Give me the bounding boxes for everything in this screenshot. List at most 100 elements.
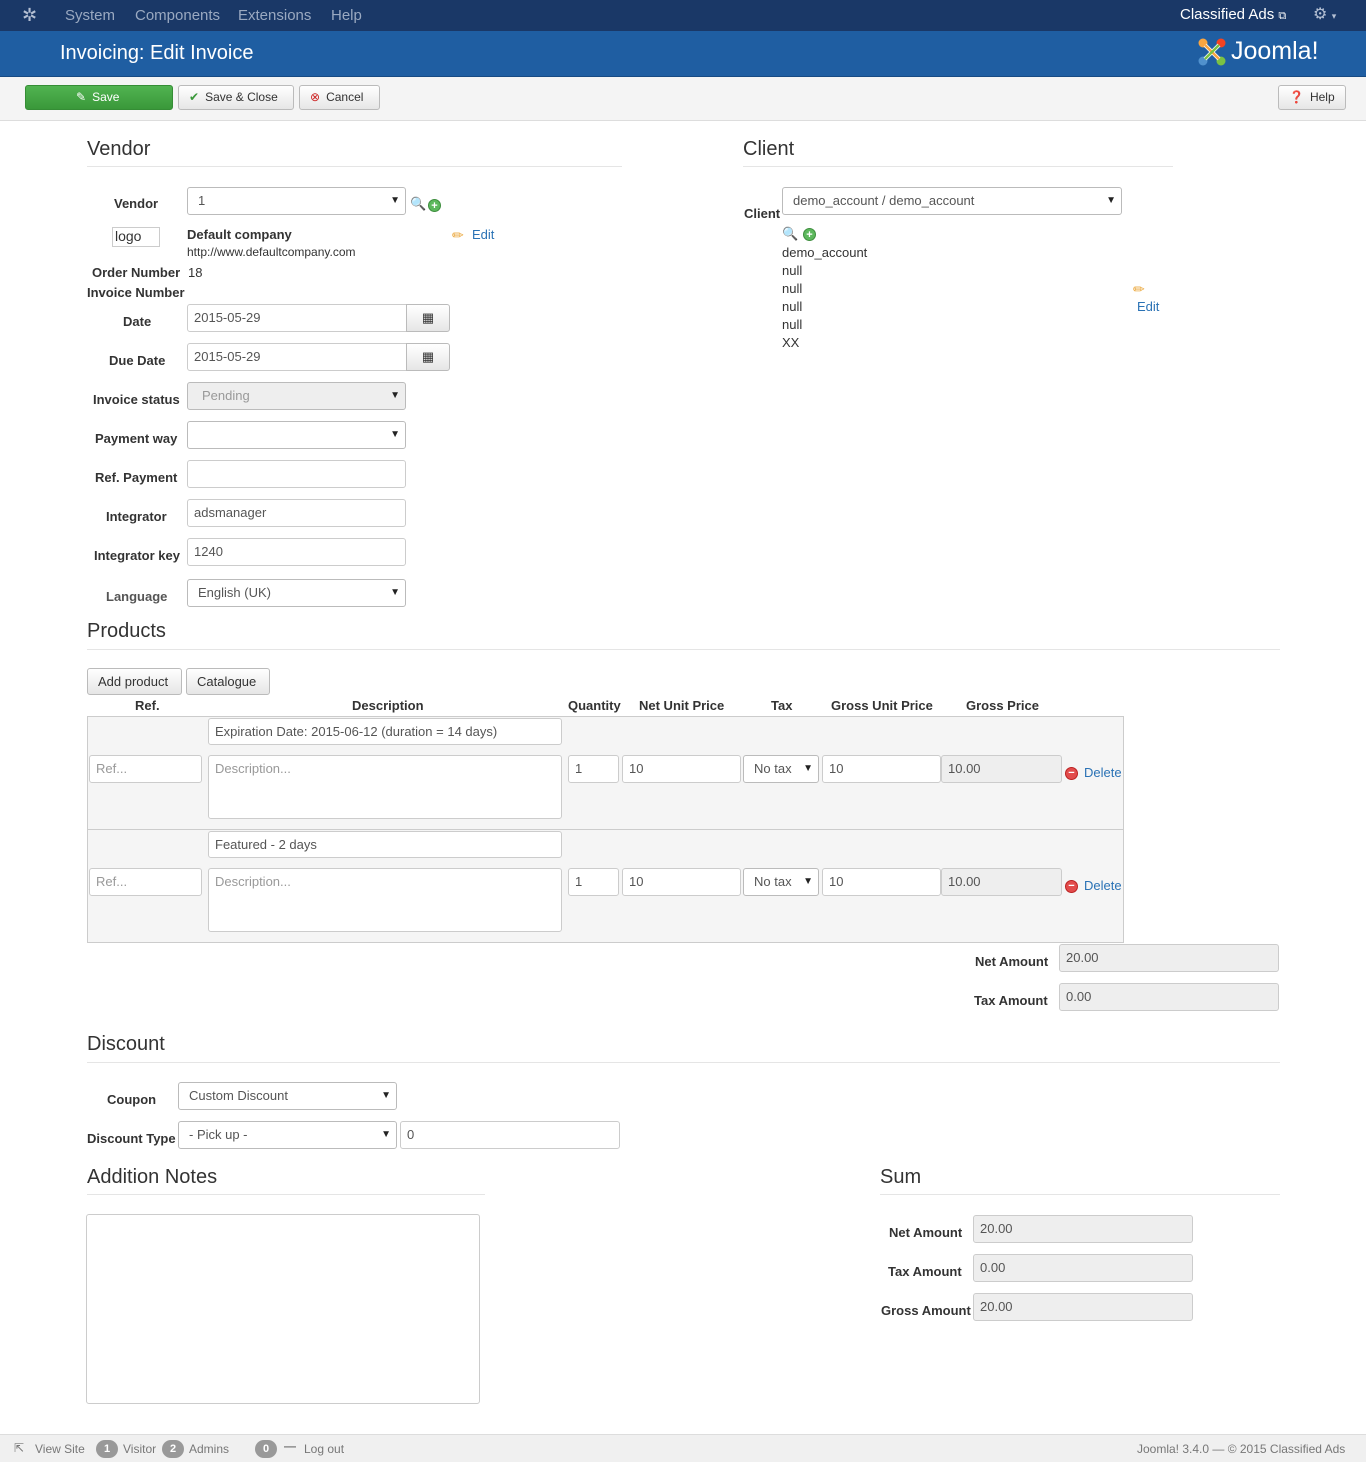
delete-icon[interactable]: − bbox=[1065, 880, 1078, 893]
product-gross-price-input: 10.00 bbox=[941, 868, 1062, 896]
footer-copyright: Joomla! 3.4.0 — © 2015 Classified Ads bbox=[1137, 1442, 1346, 1456]
vendor-company: Default company bbox=[187, 227, 292, 242]
product-gross-unit-price-input[interactable]: 10 bbox=[822, 755, 941, 783]
net-amount-field: 20.00 bbox=[1059, 944, 1279, 972]
integrator-key-input[interactable]: 1240 bbox=[187, 538, 406, 566]
joomla-logo-icon bbox=[1198, 38, 1226, 66]
sum-tax-field: 0.00 bbox=[973, 1254, 1193, 1282]
product-ref-input[interactable]: Ref... bbox=[89, 868, 202, 896]
view-site-link[interactable]: View Site bbox=[35, 1442, 85, 1456]
discount-value-input[interactable]: 0 bbox=[400, 1121, 620, 1149]
coupon-select[interactable]: Custom Discount ▼ bbox=[178, 1082, 397, 1110]
client-line: null bbox=[782, 281, 803, 296]
product-net-unit-price-input[interactable]: 10 bbox=[622, 755, 741, 783]
discount-type-label: Discount Type bbox=[87, 1131, 176, 1146]
column-header-gross-unit-price: Gross Unit Price bbox=[831, 698, 933, 713]
due-date-calendar-button[interactable]: ▦ bbox=[406, 343, 450, 371]
product-tax-select[interactable]: No tax ▼ bbox=[743, 755, 819, 783]
help-button[interactable]: ❓ Help bbox=[1278, 85, 1346, 110]
notes-textarea[interactable] bbox=[86, 1214, 480, 1404]
integrator-key-label: Integrator key bbox=[94, 548, 180, 563]
client-label: Client bbox=[744, 206, 781, 221]
column-header-ref: Ref. bbox=[135, 698, 160, 713]
product-ref-input[interactable]: Ref... bbox=[89, 755, 202, 783]
joomla-icon[interactable]: ✲ bbox=[22, 5, 37, 26]
menu-system[interactable]: System bbox=[65, 7, 115, 24]
sum-divider bbox=[880, 1194, 1280, 1195]
due-date-input[interactable]: 2015-05-29 bbox=[187, 343, 407, 371]
products-heading: Products bbox=[87, 620, 166, 642]
visitors-count-badge: 1 bbox=[96, 1440, 118, 1458]
product-description-textarea[interactable]: Description... bbox=[208, 755, 562, 819]
toolbar: ✎ Save ✔ Save & Close ⊗ Cancel ❓ Help bbox=[0, 77, 1366, 121]
discount-type-select[interactable]: - Pick up - ▼ bbox=[178, 1121, 397, 1149]
search-icon[interactable]: 🔍 bbox=[782, 226, 798, 242]
ref-payment-label: Ref. Payment bbox=[95, 470, 178, 485]
product-quantity-input[interactable]: 1 bbox=[568, 868, 619, 896]
client-edit-link[interactable]: Edit bbox=[1137, 299, 1159, 314]
page-title: Invoicing: Edit Invoice bbox=[60, 42, 254, 64]
date-calendar-button[interactable]: ▦ bbox=[406, 304, 450, 332]
delete-icon[interactable]: − bbox=[1065, 767, 1078, 780]
vendor-select[interactable]: 1 ▼ bbox=[187, 187, 406, 215]
vendor-logo: logo bbox=[112, 227, 160, 247]
client-line: null bbox=[782, 263, 803, 278]
vendor-edit-link[interactable]: Edit bbox=[472, 227, 494, 242]
add-product-button[interactable]: Add product bbox=[87, 668, 182, 695]
client-select[interactable]: demo_account / demo_account ▼ bbox=[782, 187, 1122, 215]
order-number-label: Order Number bbox=[92, 265, 181, 280]
site-link[interactable]: Classified Ads ⧉ bbox=[1180, 6, 1286, 23]
sum-gross-field: 20.00 bbox=[973, 1293, 1193, 1321]
top-navbar: ✲ System Components Extensions Help Clas… bbox=[0, 0, 1366, 31]
client-line: null bbox=[782, 317, 803, 332]
invoice-number-label: Invoice Number bbox=[87, 285, 185, 300]
date-label: Date bbox=[123, 314, 152, 329]
product-gross-unit-price-input[interactable]: 10 bbox=[822, 868, 941, 896]
save-close-button[interactable]: ✔ Save & Close bbox=[178, 85, 294, 110]
product-tax-select[interactable]: No tax ▼ bbox=[743, 868, 819, 896]
sum-net-label: Net Amount bbox=[889, 1225, 963, 1240]
integrator-input[interactable]: adsmanager bbox=[187, 499, 406, 527]
column-header-description: Description bbox=[352, 698, 424, 713]
pencil-icon: ✏ bbox=[452, 227, 464, 243]
menu-components[interactable]: Components bbox=[135, 7, 220, 24]
admins-count-badge: 2 bbox=[162, 1440, 184, 1458]
delete-product-link[interactable]: Delete bbox=[1084, 878, 1122, 893]
catalogue-button[interactable]: Catalogue bbox=[186, 668, 270, 695]
language-label: Language bbox=[106, 589, 168, 604]
product-name-input[interactable]: Expiration Date: 2015-06-12 (duration = … bbox=[208, 718, 562, 745]
add-vendor-icon[interactable]: + bbox=[428, 199, 441, 212]
delete-product-link[interactable]: Delete bbox=[1084, 765, 1122, 780]
product-quantity-input[interactable]: 1 bbox=[568, 755, 619, 783]
menu-help[interactable]: Help bbox=[331, 7, 362, 24]
product-description-textarea[interactable]: Description... bbox=[208, 868, 562, 932]
ref-payment-input[interactable] bbox=[187, 460, 406, 488]
add-client-icon[interactable]: + bbox=[803, 228, 816, 241]
edit-icon: ✎ bbox=[76, 90, 87, 104]
product-name-input[interactable]: Featured - 2 days bbox=[208, 831, 562, 858]
column-header-tax: Tax bbox=[771, 698, 793, 713]
check-icon: ✔ bbox=[189, 90, 200, 104]
product-net-unit-price-input[interactable]: 10 bbox=[622, 868, 741, 896]
client-divider bbox=[743, 166, 1173, 167]
order-number-value: 18 bbox=[188, 265, 203, 280]
column-header-net-unit-price: Net Unit Price bbox=[639, 698, 725, 713]
cancel-button[interactable]: ⊗ Cancel bbox=[299, 85, 380, 110]
client-line: demo_account bbox=[782, 245, 868, 260]
payment-way-select[interactable]: ▼ bbox=[187, 421, 406, 449]
date-input[interactable]: 2015-05-29 bbox=[187, 304, 407, 332]
messages-count-badge: 0 bbox=[255, 1440, 277, 1458]
gear-icon[interactable]: ⚙ ▾ bbox=[1313, 4, 1336, 24]
pencil-icon: ✏ bbox=[1133, 281, 1145, 297]
save-button[interactable]: ✎ Save bbox=[25, 85, 173, 110]
help-icon: ❓ bbox=[1289, 90, 1304, 104]
sum-heading: Sum bbox=[880, 1166, 922, 1188]
language-select[interactable]: English (UK) ▼ bbox=[187, 579, 406, 607]
logout-link[interactable]: Log out bbox=[304, 1442, 344, 1456]
external-link-icon: ⧉ bbox=[1278, 10, 1287, 22]
search-icon[interactable]: 🔍 bbox=[410, 196, 426, 212]
sum-tax-label: Tax Amount bbox=[888, 1264, 962, 1279]
client-heading: Client bbox=[743, 138, 795, 160]
client-line: XX bbox=[782, 335, 800, 350]
menu-extensions[interactable]: Extensions bbox=[238, 7, 311, 24]
